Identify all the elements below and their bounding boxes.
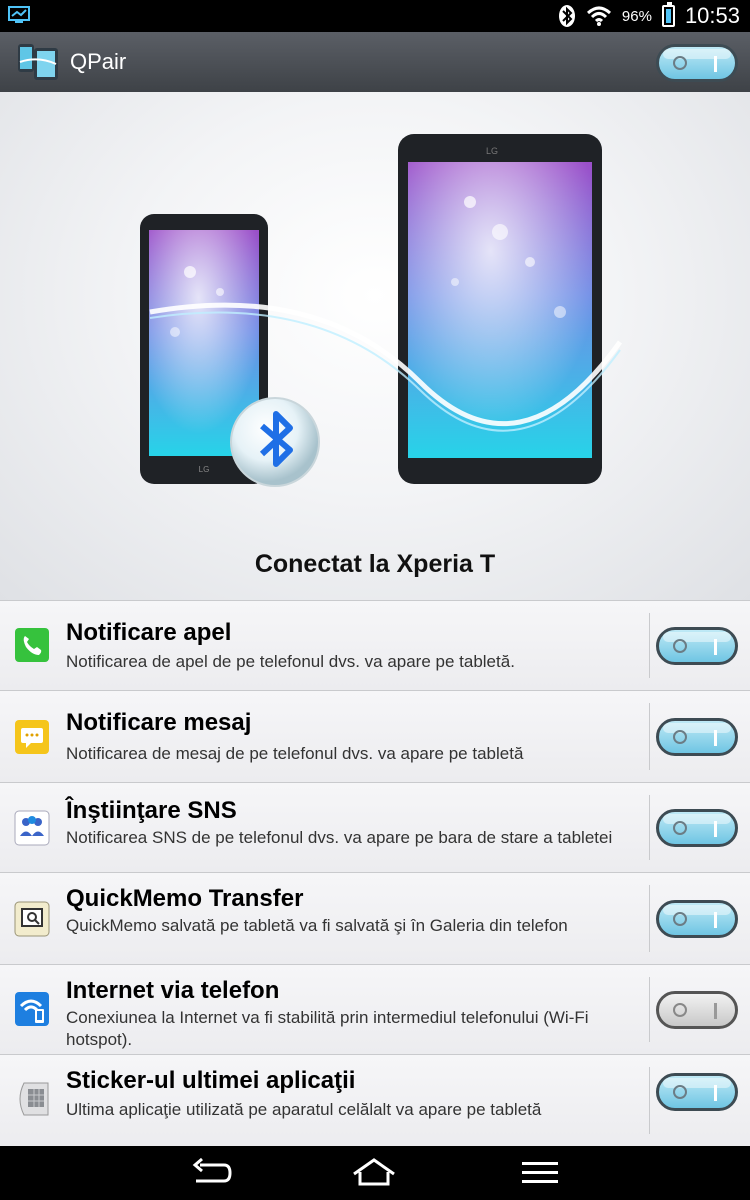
sns-notification-toggle[interactable] — [656, 809, 738, 847]
app-title: QPair — [70, 49, 127, 74]
sns-icon — [14, 810, 50, 846]
setting-title: Internet via telefon — [66, 977, 280, 1004]
bluetooth-icon — [558, 5, 575, 27]
list-item-internet-via-phone: Internet via telefon Conexiunea la Inter… — [0, 964, 750, 1054]
svg-text:LG: LG — [486, 146, 498, 156]
back-icon[interactable] — [186, 1156, 234, 1190]
last-app-sticker-toggle[interactable] — [656, 1073, 738, 1111]
internet-via-phone-toggle[interactable] — [656, 991, 738, 1029]
svg-text:LG: LG — [199, 465, 210, 474]
clock: 10:53 — [684, 3, 740, 28]
navigation-bar — [0, 1146, 750, 1200]
setting-description: Notificarea de mesaj de pe telefonul dvs… — [66, 744, 524, 763]
connection-status: Conectat la Xperia T — [254, 550, 496, 578]
quickmemo-icon — [14, 901, 50, 937]
quickmemo-transfer-toggle[interactable] — [656, 900, 738, 938]
setting-description: QuickMemo salvată pe tabletă va fi salva… — [66, 916, 568, 935]
setting-description: Notificarea SNS de pe telefonul dvs. va … — [66, 828, 613, 847]
hero-illustration: LG LG Conectat la Xperia T — [0, 92, 750, 600]
settings-list: Notificare apel Notificarea de apel de p… — [0, 600, 750, 1146]
setting-description: Ultima aplicaţie utilizată pe aparatul c… — [66, 1100, 542, 1119]
qpair-master-toggle[interactable] — [656, 44, 738, 82]
setting-description: Notificarea de apel de pe telefonul dvs.… — [66, 652, 515, 671]
list-item-sns-notification: Înştiinţare SNS Notificarea SNS de pe te… — [0, 782, 750, 872]
list-item-message-notification: Notificare mesaj Notificarea de mesaj de… — [0, 690, 750, 782]
message-icon — [15, 720, 49, 754]
app-bar: QPair — [0, 32, 750, 93]
status-bar: 96% 10:53 — [0, 0, 750, 32]
setting-title: QuickMemo Transfer — [66, 885, 304, 912]
screen-share-icon — [8, 6, 30, 23]
call-notification-toggle[interactable] — [656, 627, 738, 665]
setting-title: Înştiinţare SNS — [66, 797, 237, 824]
list-item-call-notification: Notificare apel Notificarea de apel de p… — [0, 600, 750, 690]
setting-title: Notificare mesaj — [66, 709, 252, 736]
phone-call-icon — [15, 628, 49, 662]
battery-icon — [661, 2, 675, 27]
qpair-app-icon[interactable] — [16, 40, 60, 84]
setting-title: Notificare apel — [66, 619, 232, 646]
list-item-last-app-sticker: Sticker-ul ultimei aplicaţii Ultima apli… — [0, 1054, 750, 1146]
recent-app-sticker-icon — [19, 1082, 49, 1116]
setting-description: Conexiunea la Internet va fi stabilită p… — [66, 1008, 589, 1049]
message-notification-toggle[interactable] — [656, 718, 738, 756]
wifi-icon — [586, 6, 611, 26]
battery-percent: 96% — [621, 7, 652, 25]
menu-icon[interactable] — [516, 1156, 564, 1190]
list-item-quickmemo-transfer: QuickMemo Transfer QuickMemo salvată pe … — [0, 872, 750, 964]
wifi-hotspot-icon — [15, 992, 49, 1026]
home-icon[interactable] — [350, 1156, 398, 1190]
setting-title: Sticker-ul ultimei aplicaţii — [66, 1067, 356, 1094]
devices-illustration: LG LG — [140, 134, 623, 487]
